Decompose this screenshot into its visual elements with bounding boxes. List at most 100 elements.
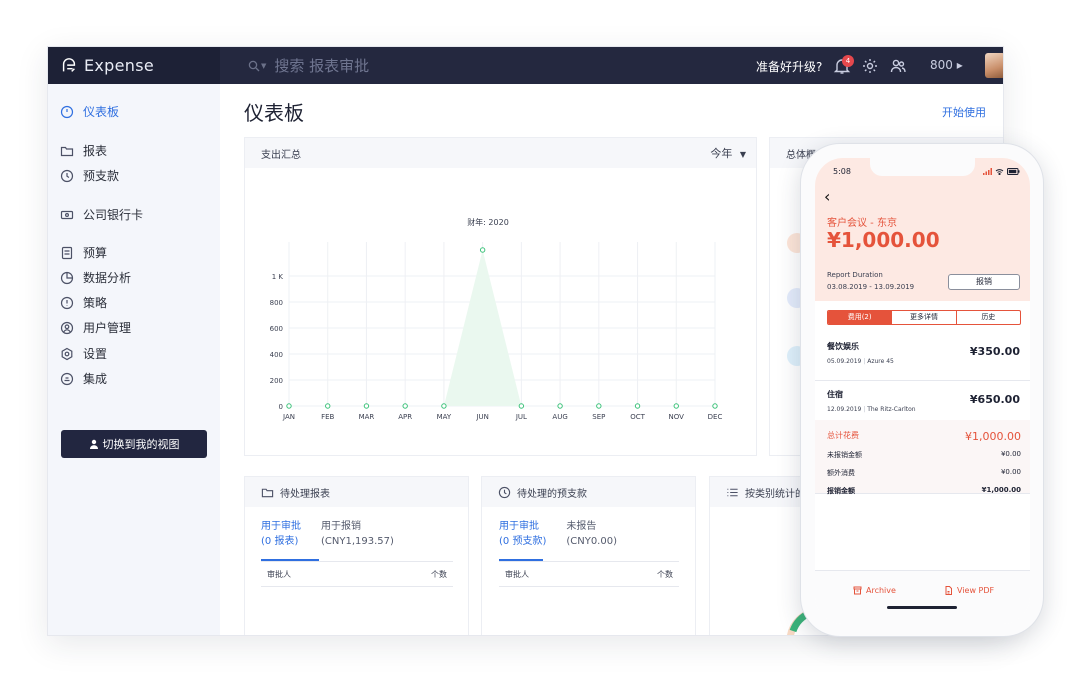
data-point[interactable] [712, 403, 718, 409]
sidebar-item-reports[interactable]: 报表 [60, 142, 107, 159]
clock-icon [498, 486, 511, 498]
card-header: 待处理的预支款 [482, 477, 695, 507]
card-title: 按类别统计的 [745, 488, 805, 500]
expense-merchant: The Ritz-Carlton [867, 406, 916, 413]
search-bar[interactable]: ▼ 搜索 报表审批 [248, 47, 369, 84]
tab-sublabel: (CNY0.00) [566, 536, 617, 547]
tab-for-approval[interactable]: 用于审批 (0 报表) [261, 519, 301, 549]
reimbursable-row: 报销金额 ¥1,000.00 [827, 486, 1021, 496]
status-icons [983, 168, 1020, 175]
tab-for-approval[interactable]: 用于审批 (0 预支款) [499, 519, 546, 549]
tab-label: 未报告 [566, 521, 597, 532]
total-label: 总计花费 [827, 431, 859, 440]
pending-reports-card: 待处理报表 用于审批 (0 报表) 用于报销 (CNY1,193.57) 审批人… [244, 476, 469, 635]
expense-date: 12.09.2019 [827, 406, 862, 413]
phone-screen: 5:08 ‹ 客户会议 - 东京 ¥1,000.00 Report Durati… [815, 158, 1030, 624]
sidebar: 仪表板 报表 预支款 公司银行卡 预算 数据分析 策略 用户管理 设置 集成 切… [48, 84, 220, 635]
data-point[interactable] [363, 403, 370, 409]
reimburse-button[interactable]: 报销 [948, 274, 1020, 290]
total-value: ¥1,000.00 [965, 430, 1021, 443]
sidebar-item-settings[interactable]: 设置 [60, 345, 107, 362]
sidebar-item-analytics[interactable]: 数据分析 [60, 269, 131, 286]
org-selector[interactable]: 800 ▸ [930, 58, 963, 72]
get-started-link[interactable]: 开始使用 [942, 104, 986, 120]
data-point[interactable] [286, 403, 292, 409]
data-point[interactable] [596, 403, 602, 409]
sidebar-item-label: 仪表板 [83, 105, 120, 119]
expense-meta: 05.09.2019 | Azure 45 [827, 358, 894, 365]
x-tick-label: MAY [437, 413, 452, 421]
y-tick-label: 200 [270, 377, 283, 385]
period-dropdown[interactable]: 今年 ▼ [710, 145, 746, 161]
data-point[interactable] [634, 403, 641, 409]
folder-icon [60, 146, 74, 156]
phone-mockup: 5:08 ‹ 客户会议 - 东京 ¥1,000.00 Report Durati… [800, 143, 1044, 637]
total-value: ¥1,000.00 [981, 486, 1021, 494]
page-title: 仪表板 [244, 101, 304, 125]
extra-spend-row: 额外消费 ¥0.00 [827, 468, 1021, 478]
data-point[interactable] [673, 403, 679, 409]
avatar[interactable] [985, 53, 1003, 78]
notification-badge: 4 [842, 55, 854, 67]
sidebar-item-integrations[interactable]: 集成 [60, 370, 107, 387]
sidebar-item-label: 策略 [83, 296, 108, 310]
pdf-icon [945, 586, 952, 595]
sidebar-item-label: 设置 [83, 347, 108, 361]
total-spent-row: 总计花费 ¥1,000.00 [827, 430, 1021, 443]
x-tick-label: AUG [552, 413, 567, 421]
report-amount: ¥1,000.00 [827, 228, 940, 252]
tab-expenses[interactable]: 费用(2) [828, 311, 892, 324]
gear-icon[interactable] [861, 57, 879, 75]
battery-icon [1007, 168, 1020, 175]
back-arrow-icon[interactable]: ‹ [824, 187, 830, 206]
x-tick-label: DEC [708, 413, 723, 421]
chart-title: 财年: 2020 [467, 217, 509, 227]
total-label: 报销金额 [827, 487, 855, 495]
tab-for-reimbursement[interactable]: 用于报销 (CNY1,193.57) [321, 519, 394, 549]
card-header: 待处理报表 [245, 477, 468, 507]
table-header: 审批人 个数 [499, 561, 679, 587]
x-tick-label: JUN [475, 413, 488, 421]
archive-button[interactable]: Archive [853, 586, 896, 595]
search-scope-caret-icon[interactable]: ▼ [261, 62, 266, 70]
sidebar-item-budgets[interactable]: 预算 [60, 244, 107, 261]
card-header: 支出汇总 [245, 138, 756, 168]
upgrade-link[interactable]: 准备好升级? [756, 58, 822, 75]
search-placeholder[interactable]: 搜索 报表审批 [274, 55, 369, 76]
sidebar-item-advances[interactable]: 预支款 [60, 167, 119, 184]
budget-icon [61, 246, 73, 259]
view-pdf-label: View PDF [957, 586, 995, 595]
top-bar: Expense ▼ 搜索 报表审批 准备好升级? 4 800 ▸ [48, 47, 1003, 84]
sidebar-item-users[interactable]: 用户管理 [60, 319, 131, 336]
switch-view-button[interactable]: 切换到我的视图 [61, 430, 207, 458]
policy-icon [60, 296, 74, 309]
tab-more-details[interactable]: 更多详情 [891, 311, 955, 324]
data-point[interactable] [402, 403, 408, 409]
tab-history[interactable]: 历史 [955, 311, 1020, 324]
view-pdf-button[interactable]: View PDF [944, 586, 994, 595]
tab-unreported[interactable]: 未报告 (CNY0.00) [566, 519, 617, 549]
search-icon [248, 60, 260, 71]
x-tick-label: JUL [515, 413, 527, 421]
list-item[interactable]: 餐饮娱乐 05.09.2019 | Azure 45 ¥350.00 [815, 333, 1030, 381]
data-point[interactable] [325, 403, 331, 409]
spend-summary-card: 支出汇总 今年 ▼ 财年: 2020 0 200 400 600 800 1 K JAN F… [244, 137, 757, 456]
data-point[interactable] [518, 403, 525, 409]
data-point[interactable] [441, 403, 447, 409]
tab-label: 用于审批 [261, 521, 301, 532]
sidebar-item-policies[interactable]: 策略 [60, 294, 107, 311]
report-footer: Archive View PDF [815, 570, 1030, 624]
users-icon[interactable] [889, 57, 907, 75]
totals-section: 总计花费 ¥1,000.00 未报销金额 ¥0.00 额外消费 ¥0.00 报销… [815, 420, 1030, 496]
data-point[interactable] [479, 247, 486, 253]
tab-label: 用于报销 [321, 521, 361, 532]
brand[interactable]: Expense [48, 47, 220, 84]
folder-icon [261, 488, 274, 497]
sidebar-item-dashboard[interactable]: 仪表板 [60, 103, 119, 120]
data-point[interactable] [557, 403, 563, 409]
sidebar-item-corporate-cards[interactable]: 公司银行卡 [60, 206, 143, 223]
expense-logo-icon [62, 57, 76, 72]
y-tick-label: 0 [279, 403, 283, 411]
spend-chart: 财年: 2020 0 200 400 600 800 1 K JAN FEB MAR APR MA… [270, 217, 723, 421]
list-icon [727, 488, 738, 496]
